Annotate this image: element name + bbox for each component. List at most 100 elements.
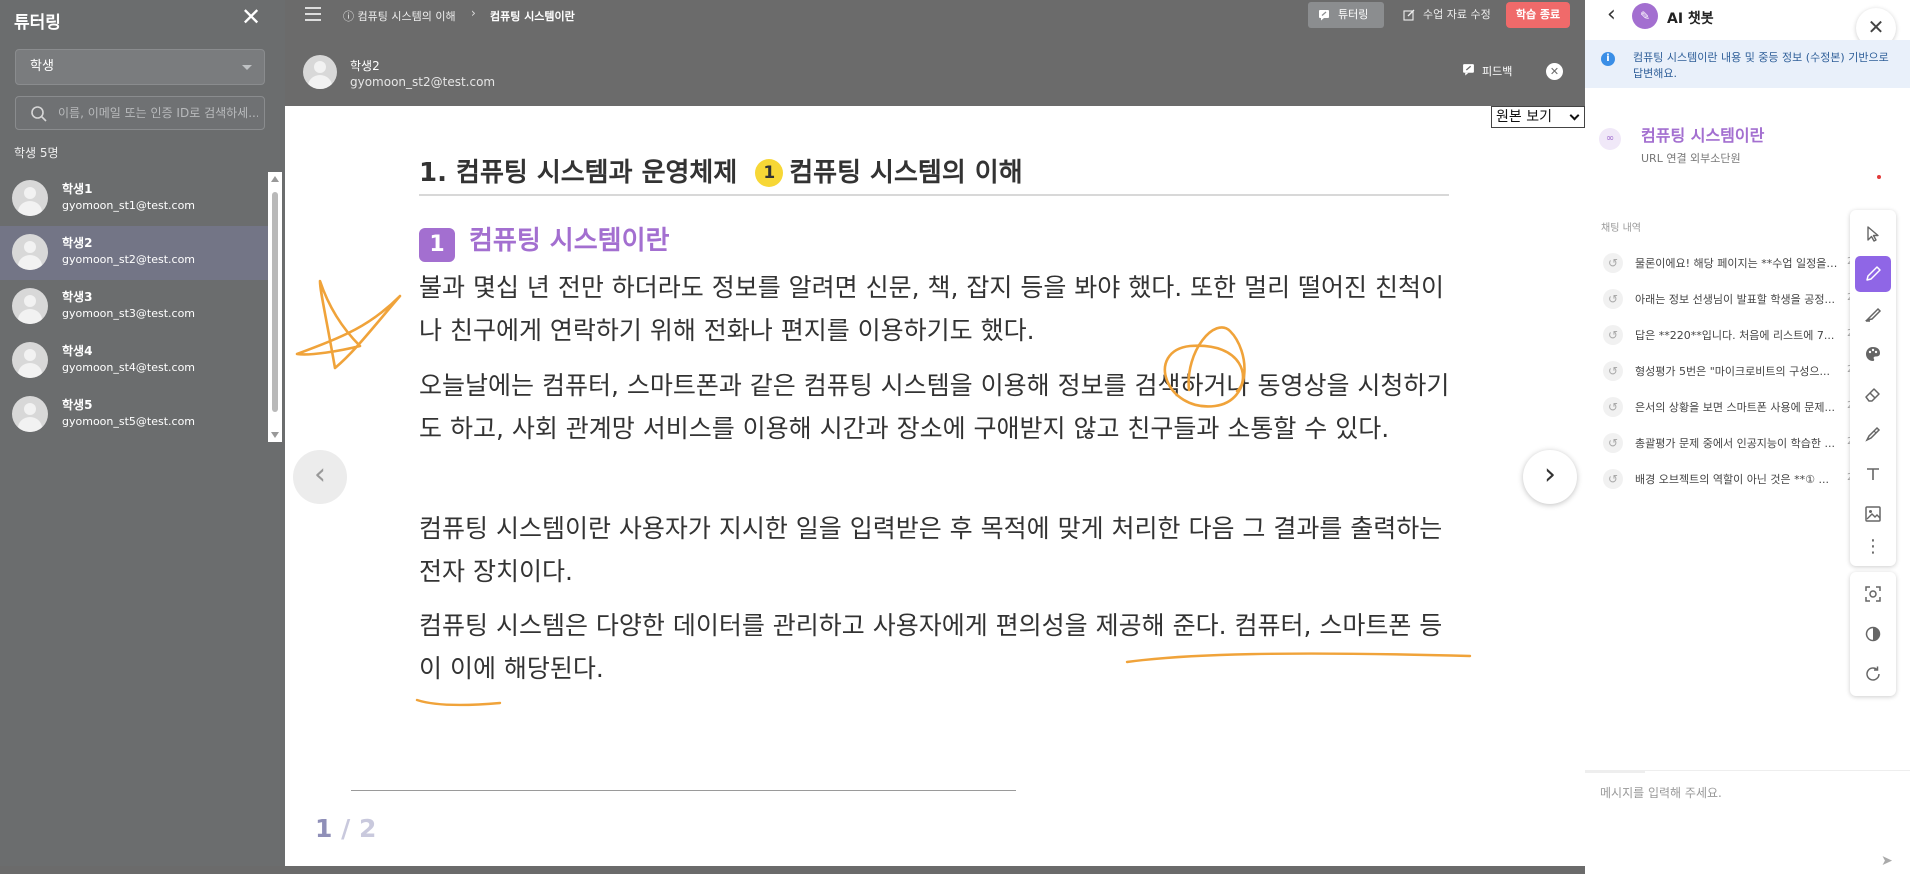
student-name: 학생4 [62, 344, 93, 358]
scroll-down-icon[interactable] [271, 432, 279, 438]
student-email: gyomoon_st1@test.com [62, 199, 196, 212]
student-list: 학생1 gyomoon_st1@test.com 학생2 gyomoon_st2… [0, 172, 268, 442]
paragraph-4: 컴퓨팅 시스템은 다양한 데이터를 관리하고 사용자에게 편의성을 제공해 준다… [419, 611, 1443, 683]
history-text: 아래는 정보 선생님이 발표할 학생을 공정... [1635, 293, 1836, 306]
screenshot-icon[interactable] [1855, 576, 1891, 612]
edit-material-button[interactable]: 수업 자료 수정 [1397, 2, 1497, 28]
history-text: 답은 **220**입니다. 처음에 리스트에 7... [1635, 329, 1835, 342]
app-root: 튜터링 ✕ 학생 학생 5명 학생1 gyomoon_st1@test.com … [0, 0, 1910, 874]
back-arrow-icon[interactable]: ‹ [1607, 2, 1616, 27]
page-indicator: 1 / 2 [315, 814, 376, 843]
student-item-2[interactable]: 학생2 gyomoon_st2@test.com [0, 226, 268, 280]
notification-dot [1877, 175, 1881, 179]
edit-icon [1403, 9, 1415, 21]
chapter-heading: 1. 컴퓨팅 시스템과 운영체제 1 컴퓨팅 시스템의 이해 [419, 152, 1023, 189]
role-select[interactable]: 학생 [15, 49, 265, 85]
feedback-icon [1463, 64, 1474, 76]
view-mode-select[interactable]: 원본 보기 [1491, 106, 1585, 128]
annotation-toolbar: ⋮ [1850, 210, 1896, 696]
scroll-up-icon[interactable] [271, 176, 279, 182]
tutoring-button[interactable]: 튜터링 [1308, 2, 1384, 28]
student-header: 학생2 gyomoon_st2@test.com 피드백 ✕ [285, 39, 1585, 105]
avatar [12, 342, 48, 378]
page-current: 1 [315, 814, 333, 843]
student-name: 학생2 [62, 236, 93, 250]
avatar [12, 396, 48, 432]
more-vertical-icon[interactable]: ⋮ [1855, 532, 1891, 562]
history-icon: ↺ [1603, 361, 1623, 381]
chat-message-input[interactable] [1600, 784, 1890, 844]
edit-material-label: 수업 자료 수정 [1423, 8, 1491, 21]
text-tool-icon[interactable] [1855, 456, 1891, 492]
student-list-scrollbar[interactable] [268, 172, 282, 442]
image-icon[interactable] [1855, 496, 1891, 532]
sidebar-close-icon[interactable]: ✕ [239, 5, 263, 30]
history-text: 배경 오브젝트의 역할이 아닌 것은 **① ... [1635, 473, 1830, 486]
send-icon[interactable]: ➤ [1881, 853, 1893, 869]
search-icon [31, 106, 47, 122]
tutoring-label: 튜터링 [1338, 8, 1369, 21]
student-item-1[interactable]: 학생1 gyomoon_st1@test.com [0, 172, 268, 226]
history-label: 채팅 내역 [1601, 223, 1641, 234]
visibility-toggle-icon[interactable] [1855, 616, 1891, 652]
avatar [12, 288, 48, 324]
history-text: 물론이에요! 해당 페이지는 **수업 일정을 만드... [1635, 257, 1840, 270]
scrollbar-thumb[interactable] [272, 192, 278, 412]
view-mode-value: 원본 보기 [1496, 109, 1552, 125]
history-text: 은서의 상황을 보면 스마트폰 사용에 문제... [1635, 401, 1836, 414]
history-text: 총괄평가 문제 중에서 인공지능이 학습한 ... [1635, 437, 1836, 450]
page-separator: / [341, 814, 351, 843]
avatar [12, 234, 48, 270]
footer-divider [351, 790, 1016, 791]
document-viewer: 원본 보기 1. 컴퓨팅 시스템과 운영체제 1 컴퓨팅 시스템의 이해 1 컴퓨팅 … [285, 106, 1585, 866]
student-item-4[interactable]: 학생4 gyomoon_st4@test.com [0, 334, 268, 388]
role-select-value: 학생 [30, 59, 54, 74]
next-page-button[interactable]: › [1523, 450, 1577, 504]
select-pointer-icon[interactable] [1855, 216, 1891, 252]
info-icon: ⓘ [343, 10, 358, 23]
tutoring-sidebar: 튜터링 ✕ 학생 학생 5명 학생1 gyomoon_st1@test.com … [0, 0, 285, 874]
end-learning-button[interactable]: 학습 종료 [1506, 2, 1570, 28]
breadcrumb-current: 컴퓨팅 시스템이란 [490, 10, 575, 23]
refresh-icon[interactable] [1855, 656, 1891, 692]
history-icon: ↺ [1603, 397, 1623, 417]
student-email: gyomoon_st2@test.com [62, 253, 196, 266]
star-annotation [295, 279, 402, 370]
student-header-email: gyomoon_st2@test.com [350, 75, 496, 89]
breadcrumb-parent[interactable]: ⓘ 컴퓨팅 시스템의 이해 [343, 8, 456, 24]
history-icon: ↺ [1603, 289, 1623, 309]
history-icon: ↺ [1603, 253, 1623, 273]
feedback-button[interactable]: 피드백 [1462, 63, 1512, 79]
student-email: gyomoon_st5@test.com [62, 415, 196, 428]
student-item-3[interactable]: 학생3 gyomoon_st3@test.com [0, 280, 268, 334]
avatar [12, 180, 48, 216]
prev-page-button[interactable]: ‹ [293, 450, 347, 504]
chat-edit-icon [1319, 10, 1329, 21]
color-palette-icon[interactable] [1855, 336, 1891, 372]
highlighter-icon[interactable] [1855, 296, 1891, 332]
source-card[interactable]: ∞ 컴퓨팅 시스템이란 URL 연결 외부소단원 [1599, 118, 1899, 178]
chat-title: AI 챗봇 [1667, 11, 1714, 27]
close-student-view-icon[interactable]: ✕ [1546, 63, 1563, 80]
menu-icon[interactable] [305, 7, 321, 21]
source-title: 컴퓨팅 시스템이란 [1641, 126, 1765, 145]
student-count: 학생 5명 [14, 146, 59, 160]
drawing-tools-group: ⋮ [1850, 210, 1896, 566]
student-name: 학생1 [62, 182, 93, 196]
chevron-right-icon: › [471, 6, 476, 20]
section-number-badge: 1 [755, 159, 784, 187]
paragraph-1: 불과 몇십 년 전만 하더라도 정보를 알려면 신문, 책, 잡지 등을 봐야 … [419, 273, 1444, 345]
feedback-label: 피드백 [1482, 65, 1513, 78]
chatbot-logo-icon: ✎ [1632, 3, 1658, 29]
eraser-icon[interactable] [1855, 376, 1891, 412]
sidebar-title: 튜터링 [14, 13, 61, 33]
paragraph-2: 오늘날에는 컴퓨터, 스마트폰과 같은 컴퓨팅 시스템을 이용해 정보를 검색하… [419, 371, 1450, 443]
history-icon: ↺ [1603, 469, 1623, 489]
student-item-5[interactable]: 학생5 gyomoon_st5@test.com [0, 388, 268, 442]
search-input[interactable] [58, 97, 258, 129]
topic-title: 컴퓨팅 시스템이란 [469, 226, 670, 256]
pen-icon[interactable] [1855, 256, 1891, 292]
student-search[interactable] [15, 96, 265, 130]
marker-icon[interactable] [1855, 416, 1891, 452]
breadcrumb-parent-label: 컴퓨팅 시스템의 이해 [357, 10, 456, 23]
